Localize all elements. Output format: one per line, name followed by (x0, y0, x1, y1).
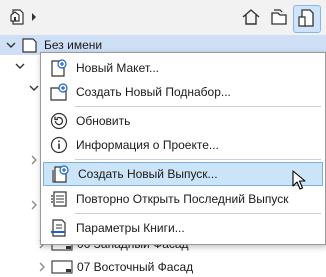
chevron-right-icon[interactable] (28, 154, 40, 166)
menu-item-label: Повторно Открыть Последний Выпуск (76, 192, 289, 206)
context-menu: Новый Макет... Создать Новый Поднабор...… (40, 52, 326, 245)
navigator-panel: Без имени 06 Западный Фасад (0, 0, 326, 277)
menu-separator (75, 159, 321, 160)
menu-item-label: Параметры Книги... (76, 221, 185, 235)
book-settings-icon (46, 216, 72, 240)
menu-item-label: Создать Новый Поднабор... (76, 85, 231, 99)
tree-row-subset[interactable] (14, 56, 26, 76)
new-issue-icon (48, 162, 74, 186)
view-map-button[interactable] (266, 5, 292, 31)
menu-item-project-info[interactable]: Информация о Проекте... (42, 133, 324, 157)
project-map-button[interactable] (238, 5, 264, 31)
folder-stack-icon (269, 7, 289, 30)
chevron-down-icon[interactable] (5, 39, 17, 51)
tree-root-label: Без имени (44, 38, 103, 52)
menu-separator (75, 106, 321, 107)
layout-book-icon (9, 7, 29, 30)
menu-item-label: Информация о Проекте... (76, 138, 219, 152)
layout-icon (51, 260, 73, 274)
menu-separator (75, 213, 321, 214)
navigator-toolbar (0, 0, 326, 37)
menu-item-book-settings[interactable]: Параметры Книги... (42, 216, 324, 240)
refresh-icon (46, 109, 72, 133)
menu-item-refresh[interactable]: Обновить (42, 109, 324, 133)
tree-row-subset-child[interactable] (28, 78, 40, 98)
tree-row-collapsed-a[interactable] (28, 150, 40, 170)
layout-book-button[interactable] (293, 5, 321, 33)
reopen-issue-icon (46, 187, 72, 211)
menu-item-new-subset[interactable]: Создать Новый Поднабор... (42, 80, 324, 104)
book-icon (21, 37, 39, 53)
menu-item-label: Создать Новый Выпуск... (78, 167, 218, 181)
mouse-cursor-icon (292, 170, 306, 193)
chevron-down-icon[interactable] (28, 82, 40, 94)
chevron-right-icon[interactable] (36, 261, 48, 273)
menu-item-new-issue[interactable]: Создать Новый Выпуск... (43, 162, 323, 186)
chevron-down-icon[interactable] (14, 60, 26, 72)
house-icon (241, 7, 261, 30)
info-icon (46, 133, 72, 157)
tree-item[interactable]: 07 Восточный Фасад (36, 257, 193, 277)
tree-row-collapsed-b[interactable] (28, 195, 40, 215)
new-subset-icon (46, 80, 72, 104)
menu-item-new-layout[interactable]: Новый Макет... (42, 56, 324, 80)
chevron-right-icon[interactable] (28, 199, 40, 211)
chevron-right-icon (29, 11, 39, 25)
menu-item-label: Новый Макет... (76, 61, 160, 75)
new-layout-icon (46, 56, 72, 80)
view-mode-dropdown[interactable] (4, 5, 44, 31)
menu-item-reopen-issue[interactable]: Повторно Открыть Последний Выпуск (42, 187, 324, 211)
menu-item-label: Обновить (76, 114, 131, 128)
layout-sheet-icon (297, 8, 317, 31)
tree-item-label: 07 Восточный Фасад (77, 260, 194, 274)
